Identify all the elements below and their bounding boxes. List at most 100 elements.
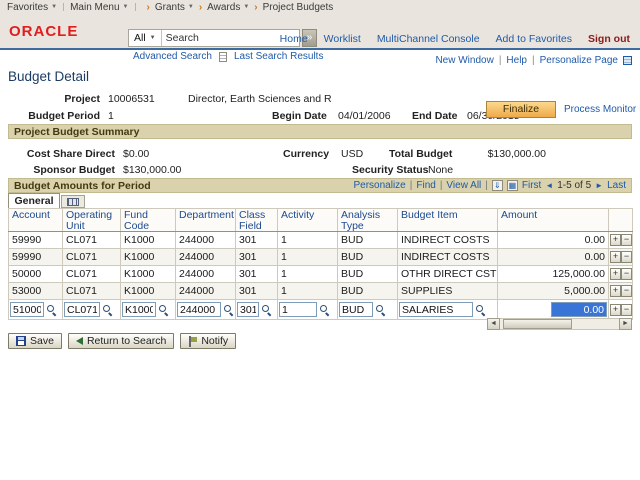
cell-operating-unit: CL071 <box>62 265 121 283</box>
previous-rows-icon[interactable]: ◄ <box>545 181 553 190</box>
cell-analysis-type: BUD <box>337 231 398 249</box>
breadcrumb-main-menu[interactable]: Main Menu ▼ <box>70 2 128 13</box>
grid-header-row: Account Operating Unit Fund Code Departm… <box>8 208 633 232</box>
account-input[interactable] <box>10 302 44 317</box>
scroll-right-icon[interactable]: ► <box>619 318 632 330</box>
home-link[interactable]: Home <box>280 33 308 45</box>
delete-row-button[interactable]: − <box>621 303 632 316</box>
col-budget-item[interactable]: Budget Item <box>397 208 498 232</box>
search-results-icon <box>218 51 227 62</box>
tab-general[interactable]: General <box>8 193 60 208</box>
last-row-link[interactable]: Last <box>607 180 626 191</box>
cell-activity: 1 <box>277 231 338 249</box>
download-grid-icon[interactable]: ⇓ <box>491 180 503 191</box>
grid-columns-icon <box>67 197 79 206</box>
breadcrumb-favorites[interactable]: Favorites ▼ <box>7 2 57 13</box>
budget-row[interactable]: 53000 CL071 K1000 244000 301 1 BUD SUPPL… <box>8 282 633 300</box>
col-activity[interactable]: Activity <box>277 208 338 232</box>
account-lookup-icon[interactable] <box>46 303 58 316</box>
cell-budget-item: SUPPLIES <box>397 282 498 300</box>
add-row-button[interactable]: + <box>610 251 621 264</box>
notify-button[interactable]: Notify <box>180 333 237 349</box>
cell-analysis-type: BUD <box>337 248 398 266</box>
total-budget-label: Total Budget <box>389 148 453 160</box>
last-search-results-link[interactable]: Last Search Results <box>234 51 324 62</box>
search-scope-select[interactable]: All ▼ <box>129 30 162 46</box>
operating-unit-lookup-icon[interactable] <box>102 303 114 316</box>
fund-code-lookup-icon[interactable] <box>158 303 170 316</box>
advanced-search-link[interactable]: Advanced Search <box>133 51 212 62</box>
class-field-lookup-icon[interactable] <box>261 303 273 316</box>
add-row-button[interactable]: + <box>610 285 621 298</box>
department-lookup-icon[interactable] <box>223 303 235 316</box>
budget-row[interactable]: 59990 CL071 K1000 244000 301 1 BUD INDIR… <box>8 248 633 266</box>
col-department[interactable]: Department <box>175 208 236 232</box>
budget-row[interactable]: 59990 CL071 K1000 244000 301 1 BUD INDIR… <box>8 231 633 249</box>
return-to-search-button[interactable]: Return to Search <box>67 333 175 349</box>
worklist-link[interactable]: Worklist <box>324 33 361 45</box>
breadcrumb-project-budgets[interactable]: Project Budgets <box>263 2 334 13</box>
awards-label: Awards <box>207 1 241 13</box>
find-link[interactable]: Find <box>416 180 435 191</box>
save-button[interactable]: Save <box>8 333 62 349</box>
personalize-link[interactable]: Personalize <box>353 180 405 191</box>
cell-department: 244000 <box>175 265 236 283</box>
scrollbar-thumb[interactable] <box>503 319 573 329</box>
chevron-down-icon: ▼ <box>122 4 129 10</box>
personalize-page-link[interactable]: Personalize Page <box>540 55 618 66</box>
analysis-type-lookup-icon[interactable] <box>375 303 387 316</box>
delete-row-button[interactable]: − <box>621 234 632 247</box>
delete-row-button[interactable]: − <box>621 285 632 298</box>
total-budget-value: $130,000.00 <box>487 148 546 160</box>
delete-row-button[interactable]: − <box>621 268 632 281</box>
add-row-button[interactable]: + <box>610 234 621 247</box>
operating-unit-input[interactable] <box>64 302 100 317</box>
budget-item-lookup-icon[interactable] <box>475 303 487 316</box>
activity-input[interactable] <box>279 302 317 317</box>
breadcrumb-awards[interactable]: Awards ▼ <box>207 2 249 13</box>
scrollbar-track[interactable] <box>500 318 619 330</box>
col-row-actions <box>608 208 633 232</box>
zoom-grid-icon[interactable]: ▦ <box>506 180 518 191</box>
col-amount[interactable]: Amount <box>497 208 609 232</box>
department-input[interactable] <box>177 302 221 317</box>
sign-out-link[interactable]: Sign out <box>588 33 630 45</box>
grid-horizontal-scrollbar[interactable]: ◄ ► <box>487 318 632 330</box>
class-field-input[interactable] <box>237 302 259 317</box>
oracle-logo: ORACLE <box>9 23 79 40</box>
add-row-button[interactable]: + <box>610 303 621 316</box>
col-account[interactable]: Account <box>8 208 63 232</box>
footer-toolbar: Save Return to Search Notify <box>8 333 237 349</box>
personalize-page-icon[interactable] <box>623 56 632 65</box>
cell-fund-code-edit <box>120 299 176 320</box>
show-all-columns-tab[interactable] <box>61 195 85 208</box>
save-disk-icon <box>16 336 26 346</box>
col-analysis-type[interactable]: Analysis Type <box>337 208 398 232</box>
add-row-button[interactable]: + <box>610 268 621 281</box>
amount-input[interactable] <box>551 302 607 317</box>
process-monitor-link[interactable]: Process Monitor <box>564 104 636 115</box>
breadcrumb-grants[interactable]: Grants ▼ <box>155 2 194 13</box>
activity-lookup-icon[interactable] <box>319 303 331 316</box>
col-operating-unit[interactable]: Operating Unit <box>62 208 121 232</box>
multichannel-console-link[interactable]: MultiChannel Console <box>377 33 480 45</box>
next-rows-icon[interactable]: ► <box>595 181 603 190</box>
add-to-favorites-link[interactable]: Add to Favorites <box>496 33 572 45</box>
fund-code-input[interactable] <box>122 302 156 317</box>
first-row-link[interactable]: First <box>522 180 541 191</box>
view-all-link[interactable]: View All <box>446 180 481 191</box>
breadcrumb: Favorites ▼ Main Menu ▼ › Grants ▼ › Awards… <box>0 0 640 14</box>
help-link[interactable]: Help <box>506 55 527 66</box>
budget-item-input[interactable] <box>399 302 473 317</box>
delete-row-button[interactable]: − <box>621 251 632 264</box>
end-date-label: End Date <box>412 110 458 122</box>
col-class-field[interactable]: Class Field <box>235 208 278 232</box>
analysis-type-input[interactable] <box>339 302 373 317</box>
scroll-left-icon[interactable]: ◄ <box>487 318 500 330</box>
project-budgets-label: Project Budgets <box>262 1 334 13</box>
budget-row[interactable]: 50000 CL071 K1000 244000 301 1 BUD OTHR … <box>8 265 633 283</box>
finalize-button[interactable]: Finalize <box>486 101 556 118</box>
col-fund-code[interactable]: Fund Code <box>120 208 176 232</box>
new-window-link[interactable]: New Window <box>435 55 493 66</box>
search-input[interactable] <box>161 31 299 45</box>
